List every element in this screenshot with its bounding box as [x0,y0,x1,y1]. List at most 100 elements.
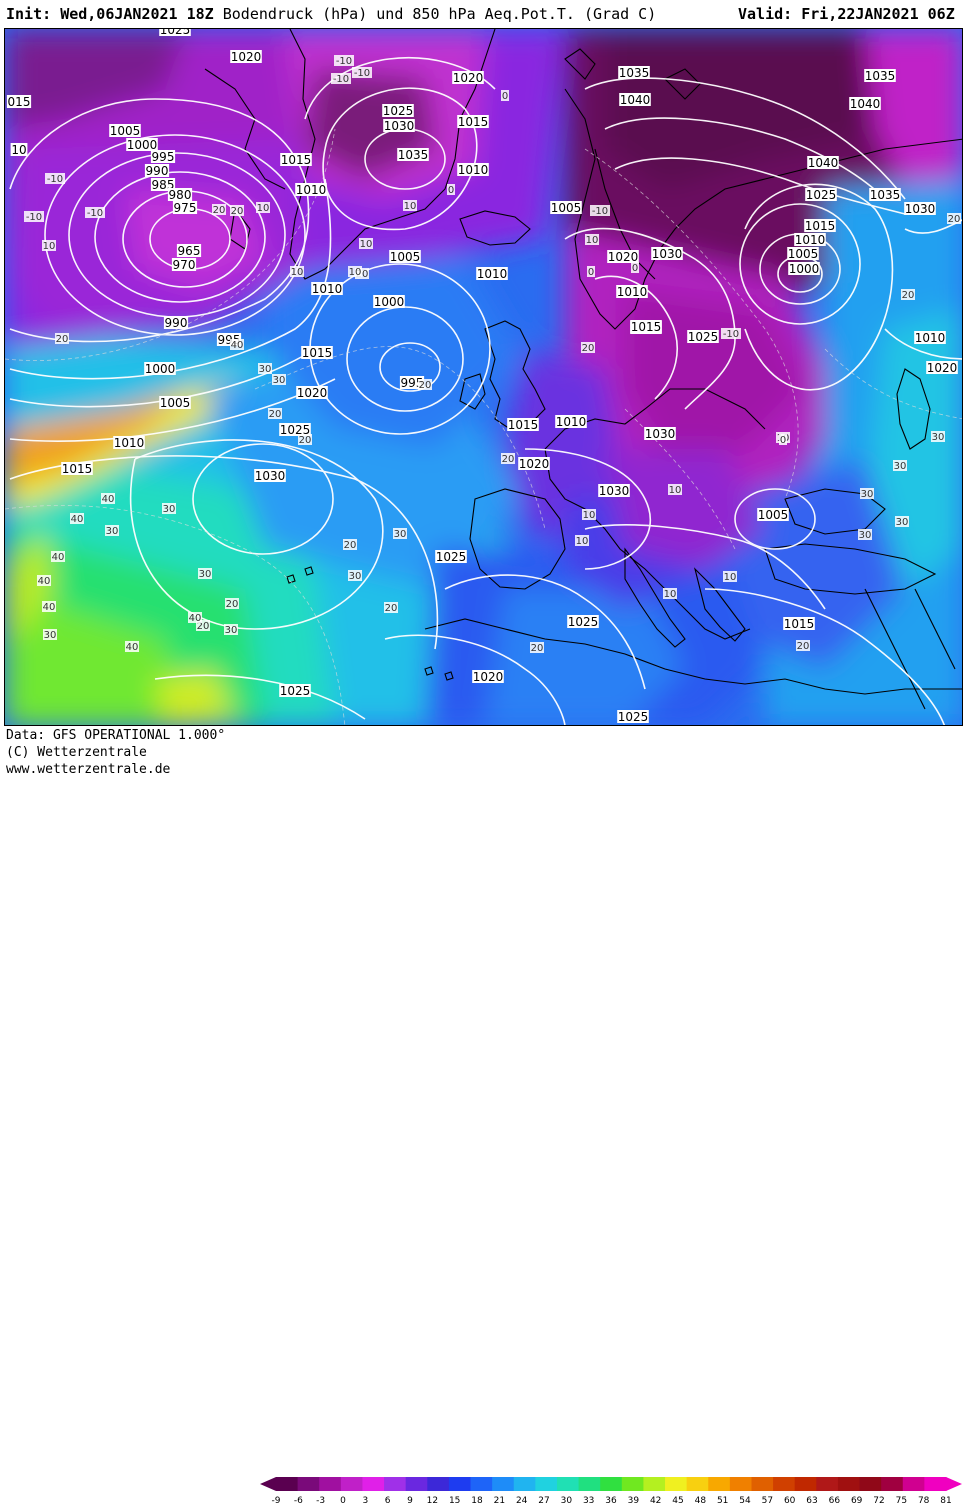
isobar-label: 1015 [507,418,539,432]
temperature-label-text: 30 [859,530,872,541]
temperature-label: 20 [530,642,544,654]
temperature-label: 20 [947,213,961,225]
temperature-label-text: 10 [724,572,737,583]
isobar-label: 1025 [279,684,311,698]
temperature-label: 0 [779,434,787,446]
website-link[interactable]: www.wetterzentrale.de [6,762,170,777]
isobar-label-text: 1005 [551,201,582,215]
isobar-label-text: 1015 [302,346,333,360]
temperature-label: 0 [631,262,639,274]
temperature-label: 10 [290,266,304,278]
colorbar-swatch [340,1477,363,1491]
colorbar-swatch [708,1477,731,1491]
colorbar-swatch [319,1477,342,1491]
colorbar-tick-label: 78 [918,1496,930,1506]
isobar-label-text: 1010 [477,267,508,281]
temperature-label: 30 [893,460,907,472]
isobar-label-text: 1030 [652,247,683,261]
isobar-label: 970 [171,258,197,272]
isobar-label: 1010 [794,233,826,247]
temperature-label: 10 [403,200,417,212]
temperature-label: 30 [43,629,57,641]
isobar-label-text: 1010 [795,233,826,247]
isobar-label-text: 1015 [62,462,93,476]
isobar-label: 1040 [807,156,839,170]
isobar-label-text: 015 [8,95,31,109]
colorbar-swatch [794,1477,817,1491]
isobar-label-text: 1040 [620,93,651,107]
temperature-label-text: 20 [269,409,282,420]
temperature-label: 30 [198,568,212,580]
colorbar-tick-label: 48 [695,1496,707,1506]
temperature-label-text: -10 [47,174,63,185]
isobar-label: 1025 [435,550,467,564]
isobar-label-text: 1000 [145,362,176,376]
temperature-label-text: 10 [404,201,417,212]
colorbar-tick-label: 39 [628,1496,640,1506]
isobar-label: 1010 [295,183,327,197]
isobar-label: 1025 [805,188,837,202]
colorbar-tick-label: 6 [385,1496,391,1506]
colorbar-tick-label: -6 [294,1496,303,1506]
temperature-label: 20 [230,205,244,217]
temperature-label: 20 [55,333,69,345]
temperature-label: 30 [272,374,286,386]
isobar-label: 1020 [926,361,958,375]
isobar-label-text: 1030 [645,427,676,441]
temperature-label: 30 [258,363,272,375]
temperature-label-text: 20 [948,214,961,225]
colorbar-tick-label: 75 [896,1496,907,1506]
temperature-label-text: -10 [354,68,370,79]
colorbar-tick-label: 69 [851,1496,863,1506]
isobar-label: 1015 [301,346,333,360]
colorbar-ticks: -9 -6 -3 0 3 6 9 12 15 18 21 24 27 30 33 36 39 42 45 48 51 54… [272,1496,952,1506]
temperature-label: -10 [334,55,354,67]
temperature-label-text: 10 [291,267,304,278]
isobar-label-text: 1025 [436,550,467,564]
temperature-label: 10 [575,535,589,547]
isobar-label: 1030 [644,427,676,441]
temperature-label-text: 10 [349,267,362,278]
temperature-label-text: 20 [531,643,544,654]
temperature-label-text: 20 [502,454,515,465]
isobar-label: 1015 [61,462,93,476]
temperature-label-text: 20 [344,540,357,551]
isobar-label: 990 [163,316,189,330]
isobar-label-text: 1015 [508,418,539,432]
colorbar-tick-label: 30 [561,1496,573,1506]
colorbar-tick-label: 60 [784,1496,796,1506]
isobar-label-text: 1025 [568,615,599,629]
temperature-label-text: 10 [669,485,682,496]
colorbar-swatch [405,1477,428,1491]
colorbar-swatch [448,1477,472,1491]
temperature-label-text: 20 [582,343,595,354]
valid-time: Valid: Fri,22JAN2021 06Z [738,5,955,23]
isobar-label-text: 990 [146,164,169,178]
isobar-label: 1005 [787,247,819,261]
temperature-label: 20 [212,204,226,216]
isobar-label-text: 1010 [312,282,343,296]
isobar-label-text: 1035 [619,66,650,80]
temperature-label: -10 [331,73,351,85]
temperature-label-text: 30 [932,432,945,443]
temperature-label-text: 30 [273,375,286,386]
isobar-label: 1015 [457,115,489,129]
isobar-label-text: 1040 [850,97,881,111]
isobar-label-text: 990 [165,316,188,330]
colorbar-swatch [773,1477,796,1491]
temperature-label: 30 [162,503,176,515]
isobar-label: 1010 [311,282,343,296]
temperature-label-text: 20 [797,641,810,652]
temperature-label: 40 [188,612,202,624]
temperature-label: 20 [581,342,595,354]
isobar-label: 1015 [280,153,312,167]
temperature-label-text: 10 [257,203,270,214]
temperature-label: 0 [587,266,595,278]
temperature-label-text: 40 [52,552,65,563]
isobar-label: 1010 [476,267,508,281]
isobar-label-text: 1005 [758,508,789,522]
temperature-label-text: 30 [199,569,212,580]
temperature-label: 30 [931,431,945,443]
temperature-label-text: 40 [102,494,115,505]
temperature-label: 10 [582,509,596,521]
